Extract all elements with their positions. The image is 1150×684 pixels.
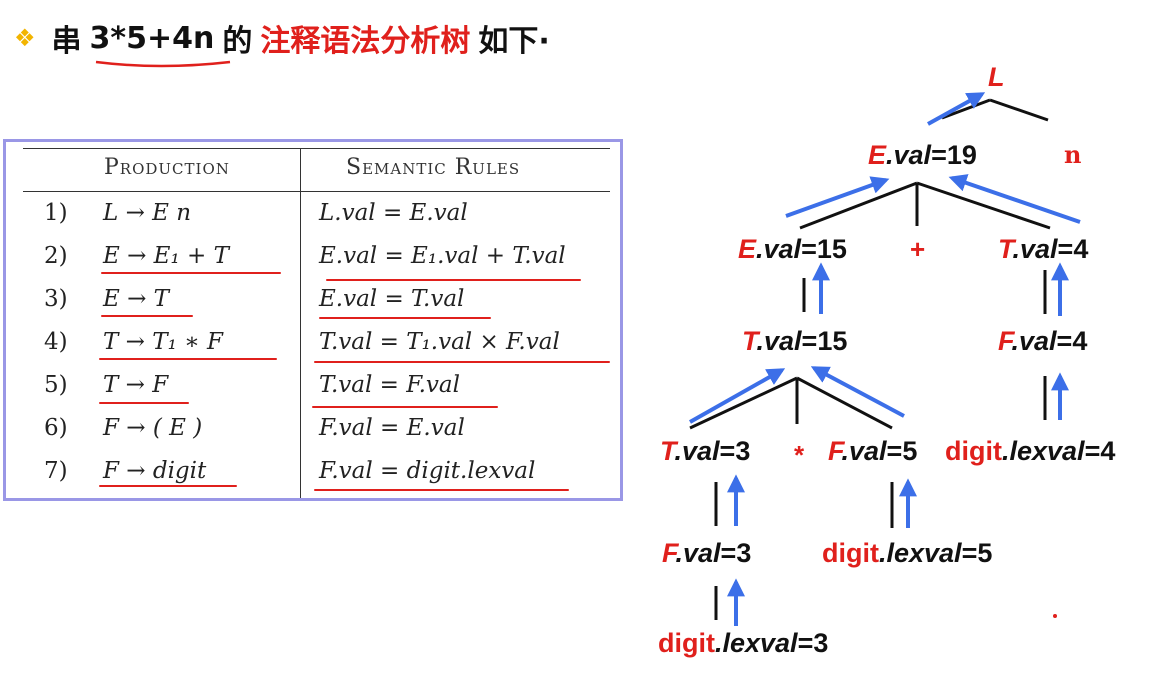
node-f-val-3: F.val=3	[662, 538, 752, 568]
node-n: n	[1064, 140, 1082, 169]
node-f-val-5: F.val=5	[828, 436, 918, 466]
node-digit-lexval-4: digit.lexval=4	[945, 436, 1116, 466]
node-digit-lexval-3: digit.lexval=3	[658, 628, 829, 658]
node-t-val-3: T.val=3	[660, 436, 751, 466]
node-digit-lexval-5: digit.lexval=5	[822, 538, 993, 568]
node-f-val-4: F.val=4	[998, 326, 1088, 356]
times-operator: *	[794, 440, 805, 470]
node-t-val-4: T.val=4	[998, 234, 1089, 264]
node-t-val-15: T.val=15	[742, 326, 848, 356]
node-e-val-19: E.val=19	[868, 140, 977, 170]
parse-tree-edges	[689, 92, 1081, 626]
plus-operator: +	[910, 234, 926, 264]
node-e-val-15: E.val=15	[738, 234, 847, 264]
node-l: L	[988, 62, 1005, 92]
